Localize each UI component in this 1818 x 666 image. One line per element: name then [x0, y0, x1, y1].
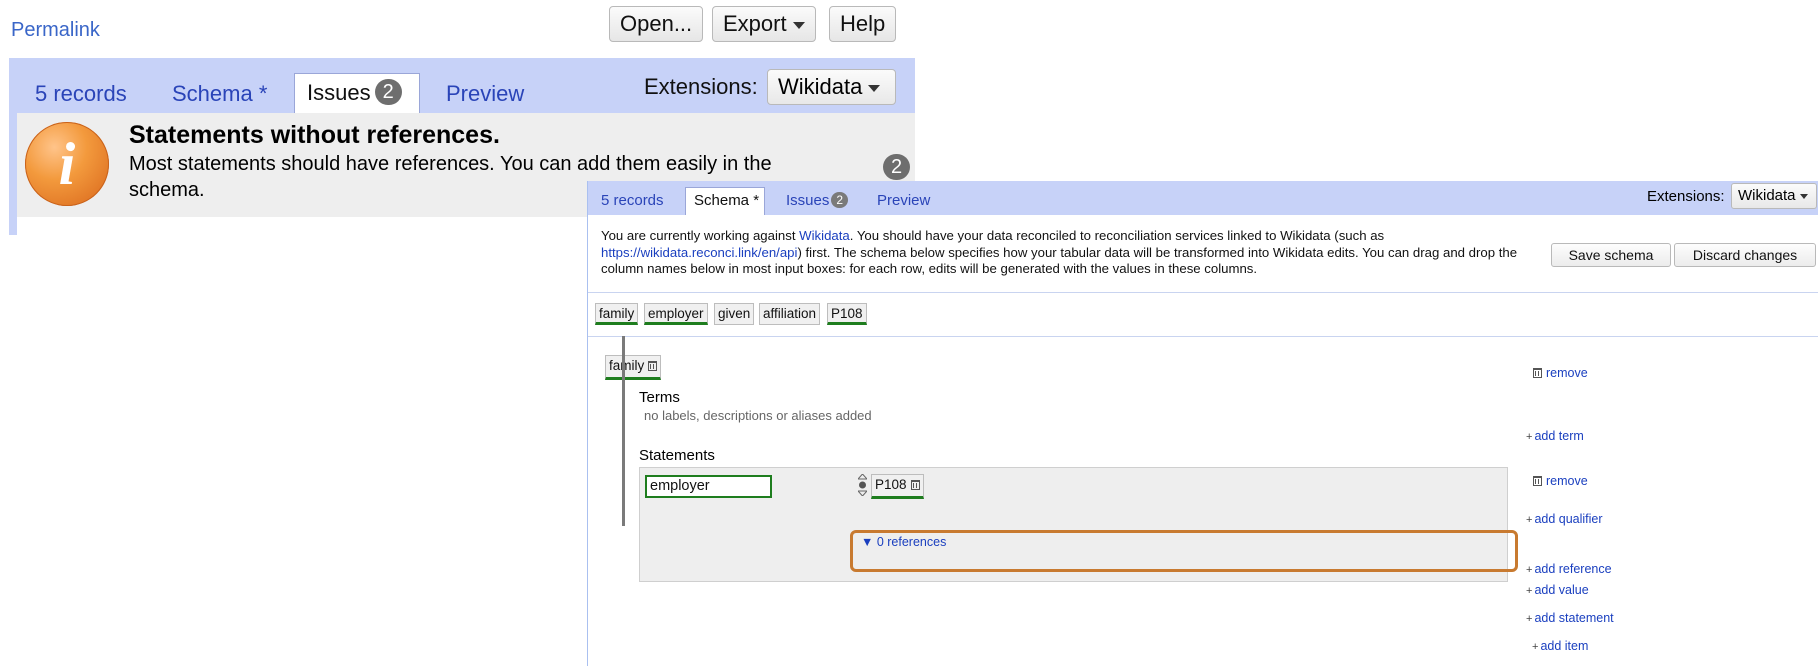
remove-label: remove — [1546, 474, 1588, 488]
column-chip-family[interactable]: family — [595, 303, 639, 325]
item-bracket — [622, 336, 625, 526]
references-highlight — [850, 530, 1518, 572]
add-statement-link[interactable]: + add statement — [1526, 611, 1614, 625]
intro-text-2: . You should have your data reconciled t… — [849, 228, 1385, 243]
back-tab-records[interactable]: 5 records — [35, 81, 127, 107]
statement-value-label: P108 — [875, 477, 907, 492]
issue-title: Statements without references. — [129, 121, 500, 149]
add-reference-label: add reference — [1534, 562, 1612, 576]
trash-icon[interactable] — [910, 480, 920, 490]
extensions-dropdown[interactable]: Wikidata — [767, 69, 896, 105]
issue-count-badge: 2 — [883, 154, 911, 180]
trash-icon — [1533, 368, 1542, 378]
extensions-value: Wikidata — [778, 74, 863, 99]
tab-issues[interactable]: Issues 2 — [786, 192, 849, 209]
chevron-down-icon — [1799, 193, 1808, 199]
extensions-value: Wikidata — [1738, 187, 1796, 204]
rank-icon[interactable] — [858, 474, 867, 496]
item-remove-link[interactable]: remove — [1533, 366, 1588, 380]
column-chip-p108[interactable]: P108 — [827, 303, 867, 325]
export-button-label: Export — [723, 11, 787, 36]
divider — [588, 336, 1818, 337]
wikidata-link[interactable]: Wikidata — [799, 228, 850, 243]
add-qualifier-label: add qualifier — [1534, 512, 1603, 526]
back-tab-issues[interactable]: Issues 2 — [294, 73, 420, 113]
permalink-link[interactable]: Permalink — [11, 19, 100, 42]
add-statement-label: add statement — [1534, 611, 1614, 625]
tab-issues-badge: 2 — [831, 192, 849, 208]
divider — [588, 292, 1818, 293]
column-chip-employer[interactable]: employer — [644, 303, 708, 325]
back-tab-issues-label: Issues — [307, 80, 371, 105]
statement-remove-link[interactable]: remove — [1533, 474, 1588, 488]
add-item-label: add item — [1540, 639, 1589, 653]
extensions-dropdown[interactable]: Wikidata — [1731, 183, 1817, 209]
trash-icon — [1533, 476, 1542, 486]
plus-icon: + — [1526, 585, 1533, 597]
reconcile-service-link[interactable]: https://wikidata.reconci.link/en/api — [601, 245, 797, 260]
plus-icon: + — [1532, 641, 1539, 653]
column-chip-affiliation[interactable]: affiliation — [759, 303, 821, 325]
open-button-label: Open... — [620, 11, 693, 36]
tab-schema-label: Schema * — [694, 192, 760, 209]
statements-heading: Statements — [639, 447, 715, 464]
schema-intro-text: You are currently working against Wikida… — [601, 228, 1531, 278]
tab-schema[interactable]: Schema * — [685, 187, 765, 215]
help-button-label: Help — [840, 11, 886, 36]
column-chip-given[interactable]: given — [714, 303, 755, 325]
back-tab-preview[interactable]: Preview — [446, 81, 524, 107]
extensions-label: Extensions: — [1647, 188, 1725, 205]
issues-count-badge: 2 — [374, 79, 402, 105]
back-tab-schema[interactable]: Schema * — [172, 81, 267, 107]
add-qualifier-link[interactable]: + add qualifier — [1526, 512, 1603, 526]
tab-preview[interactable]: Preview — [877, 192, 930, 209]
add-term-label: add term — [1534, 429, 1584, 443]
terms-empty-message: no labels, descriptions or aliases added — [644, 408, 872, 423]
trash-icon[interactable] — [648, 361, 658, 371]
back-panel-edge — [9, 113, 17, 235]
open-button[interactable]: Open... — [609, 6, 704, 42]
discard-changes-button[interactable]: Discard changes — [1674, 243, 1816, 267]
add-value-link[interactable]: + add value — [1526, 583, 1589, 597]
help-button[interactable]: Help — [829, 6, 897, 42]
chevron-down-icon — [868, 84, 881, 92]
intro-text-1: You are currently working against — [601, 228, 800, 243]
plus-icon: + — [1526, 514, 1533, 526]
remove-label: remove — [1546, 366, 1588, 380]
front-tab-bar — [588, 181, 1818, 215]
add-term-link[interactable]: + add term — [1526, 429, 1584, 443]
tab-issues-label: Issues — [786, 192, 830, 209]
item-subject-field[interactable]: family — [605, 355, 662, 380]
add-reference-link[interactable]: + add reference — [1526, 562, 1612, 576]
statement-property-input[interactable]: employer — [645, 475, 772, 498]
tab-records[interactable]: 5 records — [601, 192, 664, 209]
extensions-label: Extensions: — [644, 74, 758, 99]
terms-heading: Terms — [639, 389, 680, 406]
save-schema-button[interactable]: Save schema — [1551, 243, 1671, 267]
plus-icon: + — [1526, 613, 1533, 625]
statement-value-field[interactable]: P108 — [871, 474, 924, 499]
plus-icon: + — [1526, 564, 1533, 576]
plus-icon: + — [1526, 431, 1533, 443]
item-subject-label: family — [609, 358, 645, 373]
export-button[interactable]: Export — [712, 6, 816, 42]
schema-editor-panel: 5 records Schema * Issues 2 Preview Exten… — [587, 181, 1818, 666]
chevron-down-icon — [792, 21, 805, 29]
add-value-label: add value — [1534, 583, 1589, 597]
add-item-link[interactable]: + add item — [1532, 639, 1588, 653]
info-icon: i — [25, 122, 109, 206]
